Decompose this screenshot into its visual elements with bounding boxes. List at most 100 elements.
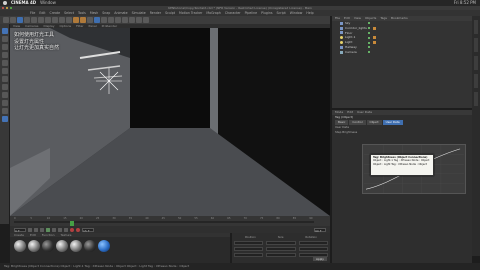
material-menu-item[interactable]: Create	[14, 233, 24, 237]
apply-button[interactable]: Apply	[313, 257, 327, 261]
previous-key-icon[interactable]	[34, 227, 38, 232]
content-browser-tab[interactable]	[474, 56, 478, 70]
floor-icon[interactable]	[129, 17, 135, 23]
render-view-icon[interactable]	[73, 17, 79, 23]
visibility-check-icon[interactable]	[368, 41, 370, 44]
xpresso-tag-icon[interactable]	[373, 26, 376, 30]
edges-mode-icon[interactable]	[1, 68, 8, 74]
attribute-tab[interactable]: User Data	[382, 120, 403, 125]
snap-icon[interactable]	[1, 100, 8, 106]
minimize-window-icon[interactable]	[6, 7, 8, 9]
next-frame-icon[interactable]	[52, 227, 56, 232]
structure-tab[interactable]	[474, 74, 478, 88]
z-field[interactable]	[234, 253, 264, 257]
size-x-field[interactable]	[266, 241, 296, 245]
visibility-check-icon[interactable]	[368, 51, 370, 54]
size-y-field[interactable]	[266, 247, 296, 251]
attribute-menu-item[interactable]: User Data	[357, 110, 372, 115]
redo-icon[interactable]	[10, 17, 16, 23]
camera-icon	[340, 50, 343, 54]
record-icon[interactable]	[70, 227, 74, 232]
visibility-check-icon[interactable]	[368, 31, 370, 34]
subtitle-line-1: 如何使用灯光工具	[14, 32, 55, 38]
rotate-icon[interactable]	[38, 17, 44, 23]
render-settings-icon[interactable]	[87, 17, 93, 23]
xpresso-tag-icon[interactable]	[373, 41, 376, 45]
material-manager: Create Edit Function Texture	[10, 233, 230, 263]
subdivision-icon[interactable]	[108, 17, 114, 23]
visibility-check-icon[interactable]	[368, 22, 370, 25]
workplane-icon[interactable]	[1, 52, 8, 58]
timeline[interactable]: 0 5 10 15 20 25 30 35 40 45 50 55 60 65 70 75 80 85 90	[10, 216, 330, 227]
polygons-mode-icon[interactable]	[1, 76, 8, 82]
material-swatch[interactable]	[28, 240, 40, 252]
make-editable-icon[interactable]	[1, 28, 8, 34]
axis-mode-icon[interactable]	[1, 84, 8, 90]
timeline-tick: 40	[145, 217, 149, 220]
end-frame-field[interactable]: 90 F	[314, 227, 326, 233]
cube-icon[interactable]	[94, 17, 100, 23]
lock-workplane-icon[interactable]	[1, 108, 8, 114]
material-menu-item[interactable]: Function	[42, 233, 55, 237]
window-controls	[2, 7, 12, 9]
z-axis-icon[interactable]	[59, 17, 65, 23]
p-field[interactable]	[298, 247, 328, 251]
visibility-check-icon[interactable]	[368, 27, 370, 30]
layers-tab[interactable]	[474, 92, 478, 106]
array-icon[interactable]	[115, 17, 121, 23]
zoom-window-icon[interactable]	[10, 7, 12, 9]
solo-icon[interactable]	[1, 116, 8, 122]
model-mode-icon[interactable]	[1, 36, 8, 42]
y-axis-icon[interactable]	[52, 17, 58, 23]
start-frame-field[interactable]: 0 F	[14, 227, 26, 233]
timeline-track[interactable]	[14, 221, 314, 227]
timeline-tick: 55	[194, 217, 198, 220]
h-field[interactable]	[298, 241, 328, 245]
perspective-viewport[interactable]: View Cameras Display Options Filter Panel ProR…	[10, 24, 330, 216]
y-field[interactable]	[234, 247, 264, 251]
deformer-icon[interactable]	[122, 17, 128, 23]
attribute-tab[interactable]: Control	[349, 120, 366, 125]
x-axis-icon[interactable]	[45, 17, 51, 23]
size-z-field[interactable]	[266, 253, 296, 257]
light-icon[interactable]	[143, 17, 149, 23]
next-key-icon[interactable]	[58, 227, 62, 232]
close-window-icon[interactable]	[2, 7, 4, 9]
coordinate-system-icon[interactable]	[66, 17, 72, 23]
tweak-mode-icon[interactable]	[1, 92, 8, 98]
timeline-tick: 50	[178, 217, 182, 220]
visibility-check-icon[interactable]	[368, 36, 370, 39]
corridor-scene[interactable]	[10, 28, 330, 216]
scale-icon[interactable]	[31, 17, 37, 23]
material-swatch[interactable]	[42, 240, 54, 252]
xpresso-tag-icon[interactable]	[373, 36, 376, 40]
material-swatch[interactable]	[56, 240, 68, 252]
points-mode-icon[interactable]	[1, 60, 8, 66]
play-icon[interactable]	[46, 227, 50, 232]
material-swatch[interactable]	[70, 240, 82, 252]
attribute-tab[interactable]: Object	[366, 120, 382, 125]
material-menu-item[interactable]: Edit	[30, 233, 36, 237]
autokey-icon[interactable]	[76, 227, 80, 232]
camera-icon[interactable]	[136, 17, 142, 23]
object-row[interactable]: Camera	[332, 50, 472, 55]
x-field[interactable]	[234, 241, 264, 245]
current-frame-field[interactable]: 15 F	[82, 227, 94, 233]
undo-icon[interactable]	[3, 17, 9, 23]
go-to-end-icon[interactable]	[64, 227, 68, 232]
live-selection-icon[interactable]	[17, 17, 23, 23]
go-to-start-icon[interactable]	[28, 227, 32, 232]
apple-icon[interactable]	[3, 1, 7, 5]
move-icon[interactable]	[24, 17, 30, 23]
takes-tab[interactable]	[474, 38, 478, 52]
material-swatch[interactable]	[98, 240, 110, 252]
visibility-check-icon[interactable]	[368, 46, 370, 49]
material-swatch[interactable]	[14, 240, 26, 252]
material-menu-item[interactable]: Texture	[61, 233, 72, 237]
render-picture-viewer-icon[interactable]	[80, 17, 86, 23]
previous-frame-icon[interactable]	[40, 227, 44, 232]
pen-icon[interactable]	[101, 17, 107, 23]
material-swatch[interactable]	[84, 240, 96, 252]
texture-mode-icon[interactable]	[1, 44, 8, 50]
objects-tab[interactable]	[474, 20, 478, 34]
